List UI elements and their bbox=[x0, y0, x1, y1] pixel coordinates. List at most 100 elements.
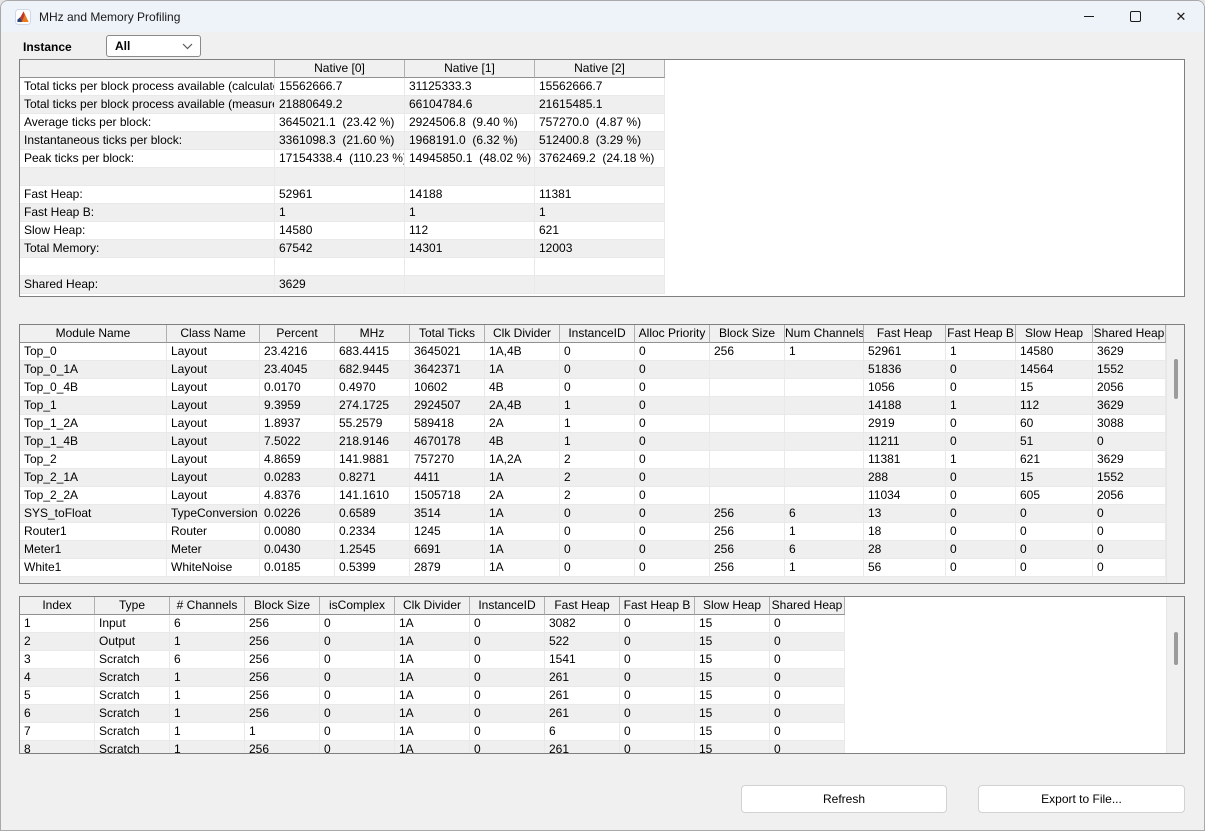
titlebar[interactable]: MHz and Memory Profiling ✕ bbox=[1, 1, 1204, 32]
table-row[interactable]: Total Memory:675421430112003 bbox=[20, 240, 665, 258]
table-cell: Shared Heap: bbox=[20, 276, 275, 294]
table-cell: 0.4970 bbox=[335, 379, 410, 397]
table-cell: 0 bbox=[470, 669, 545, 687]
table-cell: 0 bbox=[620, 669, 695, 687]
table-row[interactable]: Instantaneous ticks per block:3361098.3 … bbox=[20, 132, 665, 150]
table-cell: Top_0_4B bbox=[20, 379, 167, 397]
table-cell: 0 bbox=[635, 343, 710, 361]
table-cell: 0 bbox=[1093, 541, 1166, 559]
table-cell: 0 bbox=[470, 651, 545, 669]
table-cell: Layout bbox=[167, 469, 260, 487]
table-cell: 0 bbox=[470, 615, 545, 633]
table-cell: Top_0_1A bbox=[20, 361, 167, 379]
table-cell: 0 bbox=[635, 559, 710, 577]
module-table-body: Top_0Layout23.4216683.441536450211A,4B00… bbox=[20, 343, 1184, 577]
vertical-scrollbar[interactable] bbox=[1166, 597, 1184, 753]
table-row[interactable]: 2Output125601A05220150 bbox=[20, 633, 845, 651]
table-cell: 3642371 bbox=[410, 361, 485, 379]
table-cell: 256 bbox=[710, 505, 785, 523]
table-row[interactable]: 3Scratch625601A015410150 bbox=[20, 651, 845, 669]
table-cell: 0 bbox=[320, 633, 395, 651]
table-cell: 0 bbox=[635, 415, 710, 433]
table-cell bbox=[785, 415, 864, 433]
table-row[interactable]: Shared Heap:3629 bbox=[20, 276, 665, 294]
table-cell: 0 bbox=[770, 615, 845, 633]
table-row[interactable]: Average ticks per block:3645021.1 (23.42… bbox=[20, 114, 665, 132]
table-row[interactable]: 4Scratch125601A02610150 bbox=[20, 669, 845, 687]
table-cell: 0 bbox=[635, 451, 710, 469]
table-cell: 1 bbox=[170, 669, 245, 687]
table-row[interactable]: 6Scratch125601A02610150 bbox=[20, 705, 845, 723]
table-cell: 15 bbox=[695, 633, 770, 651]
table-row[interactable]: 8Scratch125601A02610150 bbox=[20, 741, 845, 754]
table-cell: 14580 bbox=[1016, 343, 1093, 361]
table-cell: 1 bbox=[170, 687, 245, 705]
column-header-native-1-: Native [1] bbox=[405, 60, 535, 78]
table-row[interactable]: Fast Heap B:111 bbox=[20, 204, 665, 222]
table-cell: 261 bbox=[545, 687, 620, 705]
maximize-button[interactable] bbox=[1112, 1, 1158, 32]
table-cell: 261 bbox=[545, 705, 620, 723]
table-row[interactable]: Total ticks per block process available … bbox=[20, 78, 665, 96]
table-cell: 2924506.8 (9.40 %) bbox=[405, 114, 535, 132]
table-row[interactable]: Top_0_1ALayout23.4045682.944536423711A00… bbox=[20, 361, 1166, 379]
table-row[interactable]: Top_1_4BLayout7.5022218.914646701784B101… bbox=[20, 433, 1166, 451]
table-row[interactable]: Fast Heap:529611418811381 bbox=[20, 186, 665, 204]
table-row[interactable]: 5Scratch125601A02610150 bbox=[20, 687, 845, 705]
column-header-fast-heap: Fast Heap bbox=[864, 325, 946, 343]
close-button[interactable]: ✕ bbox=[1158, 1, 1204, 32]
table-row[interactable]: Total ticks per block process available … bbox=[20, 96, 665, 114]
table-row[interactable] bbox=[20, 168, 665, 186]
table-cell: Top_1_4B bbox=[20, 433, 167, 451]
table-row[interactable]: Meter1Meter0.04301.254566911A00256628000 bbox=[20, 541, 1166, 559]
table-row[interactable]: SYS_toFloatTypeConversion0.02260.6589351… bbox=[20, 505, 1166, 523]
table-row[interactable]: Slow Heap:14580112621 bbox=[20, 222, 665, 240]
table-cell: 0 bbox=[635, 469, 710, 487]
table-cell: 0 bbox=[635, 433, 710, 451]
table-row[interactable]: Top_0_4BLayout0.01700.4970106024B0010560… bbox=[20, 379, 1166, 397]
scrollbar-thumb[interactable] bbox=[1174, 359, 1178, 399]
minimize-button[interactable] bbox=[1066, 1, 1112, 32]
table-cell: 0.2334 bbox=[335, 523, 410, 541]
table-row[interactable]: White1WhiteNoise0.01850.539928791A002561… bbox=[20, 559, 1166, 577]
table-cell: Output bbox=[95, 633, 170, 651]
table-cell: 1A bbox=[395, 615, 470, 633]
scrollbar-thumb[interactable] bbox=[1174, 632, 1178, 665]
table-cell: Total ticks per block process available … bbox=[20, 96, 275, 114]
table-cell: 11381 bbox=[864, 451, 946, 469]
table-row[interactable]: Peak ticks per block:17154338.4 (110.23 … bbox=[20, 150, 665, 168]
table-cell bbox=[785, 379, 864, 397]
column-header-percent: Percent bbox=[260, 325, 335, 343]
table-row[interactable]: 1Input625601A030820150 bbox=[20, 615, 845, 633]
table-cell: 67542 bbox=[275, 240, 405, 258]
table-cell bbox=[535, 168, 665, 186]
table-row[interactable]: Top_2_1ALayout0.02830.827144111A20288015… bbox=[20, 469, 1166, 487]
table-cell: 256 bbox=[245, 633, 320, 651]
table-cell: 13 bbox=[864, 505, 946, 523]
summary-table-body: Total ticks per block process available … bbox=[20, 78, 1184, 294]
table-cell: Layout bbox=[167, 361, 260, 379]
table-row[interactable]: 7Scratch1101A060150 bbox=[20, 723, 845, 741]
table-cell: 0 bbox=[946, 523, 1016, 541]
export-to-file-button[interactable]: Export to File... bbox=[978, 785, 1185, 813]
table-cell: Total ticks per block process available … bbox=[20, 78, 275, 96]
table-row[interactable]: Top_0Layout23.4216683.441536450211A,4B00… bbox=[20, 343, 1166, 361]
column-header-block-size: Block Size bbox=[245, 597, 320, 615]
table-row[interactable]: Top_1_2ALayout1.893755.25795894182A10291… bbox=[20, 415, 1166, 433]
table-row[interactable]: Router1Router0.00800.233412451A002561180… bbox=[20, 523, 1166, 541]
refresh-button[interactable]: Refresh bbox=[741, 785, 947, 813]
table-row[interactable]: Top_2Layout4.8659141.98817572701A,2A2011… bbox=[20, 451, 1166, 469]
table-cell: 7 bbox=[20, 723, 95, 741]
table-cell: 7.5022 bbox=[260, 433, 335, 451]
table-row[interactable]: Top_2_2ALayout4.8376141.161015057182A201… bbox=[20, 487, 1166, 505]
table-cell: 14564 bbox=[1016, 361, 1093, 379]
table-row[interactable]: Top_1Layout9.3959274.172529245072A,4B101… bbox=[20, 397, 1166, 415]
vertical-scrollbar[interactable] bbox=[1166, 325, 1184, 583]
table-cell: 0 bbox=[946, 487, 1016, 505]
table-cell: 2A bbox=[485, 415, 560, 433]
table-cell: 0 bbox=[946, 505, 1016, 523]
table-row[interactable] bbox=[20, 258, 665, 276]
table-cell: 0 bbox=[320, 615, 395, 633]
instance-dropdown[interactable]: All bbox=[106, 35, 201, 57]
table-cell: 0.0226 bbox=[260, 505, 335, 523]
